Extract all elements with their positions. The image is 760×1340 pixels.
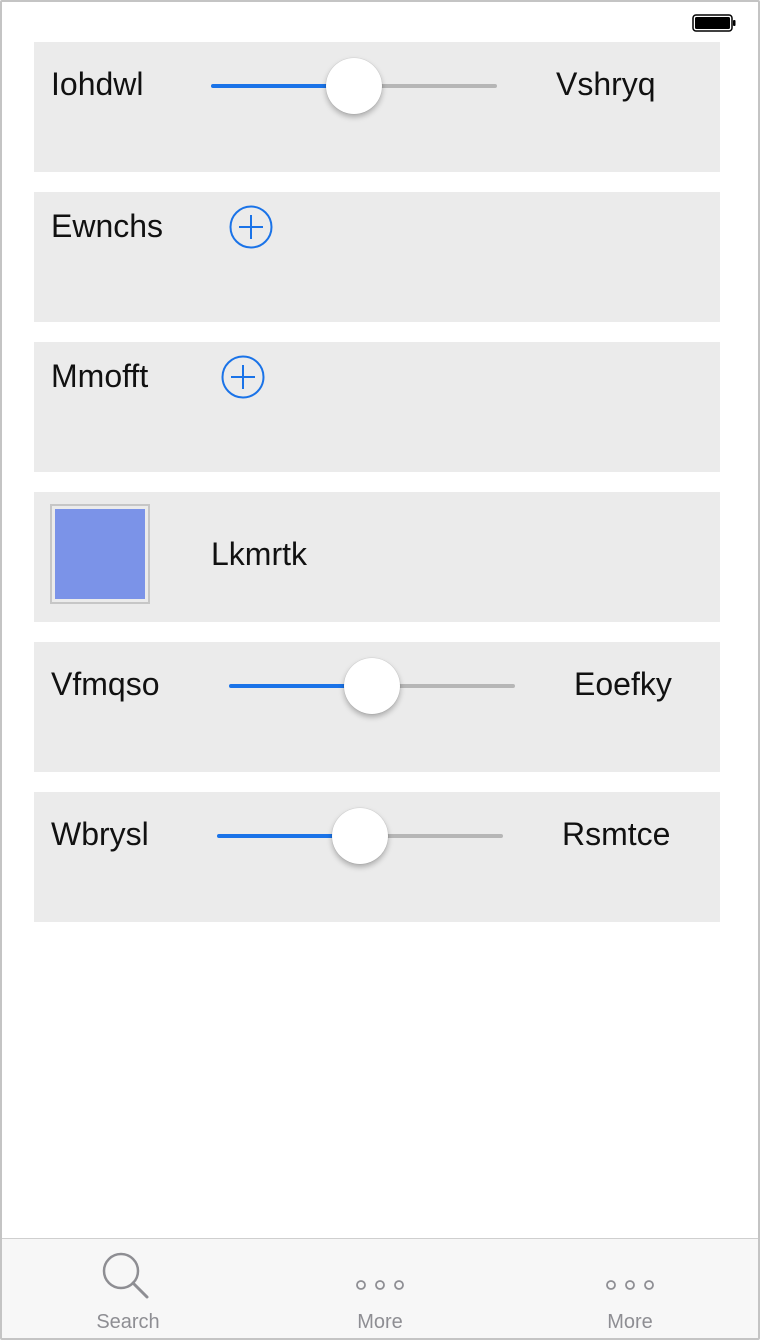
color-swatch-fill (55, 509, 145, 599)
slider-row-2-left-label: Vfmqso (51, 666, 160, 702)
tab-more-2[interactable]: More (504, 1239, 756, 1338)
slider-2-knob[interactable] (344, 658, 400, 714)
slider-3[interactable] (217, 806, 503, 866)
plus-circle-icon[interactable] (229, 205, 273, 249)
tab-search[interactable]: Search (2, 1239, 254, 1338)
add-row-1-label: Ewnchs (51, 208, 164, 244)
tab-more-2-label: More (607, 1311, 653, 1333)
color-swatch[interactable] (50, 504, 150, 604)
slider-row-2-right-label: Eoefky (574, 666, 672, 702)
slider-row-2: Vfmqso Eoefky (34, 642, 720, 772)
app-window: Iohdwl Vshryq Ewnchs Mmofft Lkmrtk Vfmqs… (0, 0, 760, 1340)
search-icon (102, 1252, 149, 1299)
slider-row-3-right-label: Rsmtce (562, 816, 671, 852)
more-icon (606, 1280, 654, 1290)
slider-row-3: Wbrysl Rsmtce (34, 792, 720, 922)
battery-full-icon (692, 14, 736, 32)
slider-row-1-right-label: Vshryq (556, 66, 656, 102)
color-row-label: Lkmrtk (211, 536, 307, 572)
slider-1[interactable] (211, 56, 497, 116)
add-row-2-label: Mmofft (51, 358, 149, 394)
tab-more-1-label: More (357, 1311, 403, 1333)
slider-row-1-left-label: Iohdwl (51, 66, 144, 102)
slider-3-knob[interactable] (332, 808, 388, 864)
slider-1-knob[interactable] (326, 58, 382, 114)
tab-bar: Search More More (2, 1238, 758, 1338)
add-row-1: Ewnchs (34, 192, 720, 322)
plus-circle-icon[interactable] (221, 355, 265, 399)
color-row: Lkmrtk (34, 492, 720, 622)
add-row-2: Mmofft (34, 342, 720, 472)
tab-more-1[interactable]: More (254, 1239, 506, 1338)
slider-2[interactable] (229, 656, 515, 716)
more-icon (356, 1280, 404, 1290)
slider-row-1: Iohdwl Vshryq (34, 42, 720, 172)
tab-search-label: Search (96, 1311, 160, 1333)
slider-row-3-left-label: Wbrysl (51, 816, 149, 852)
